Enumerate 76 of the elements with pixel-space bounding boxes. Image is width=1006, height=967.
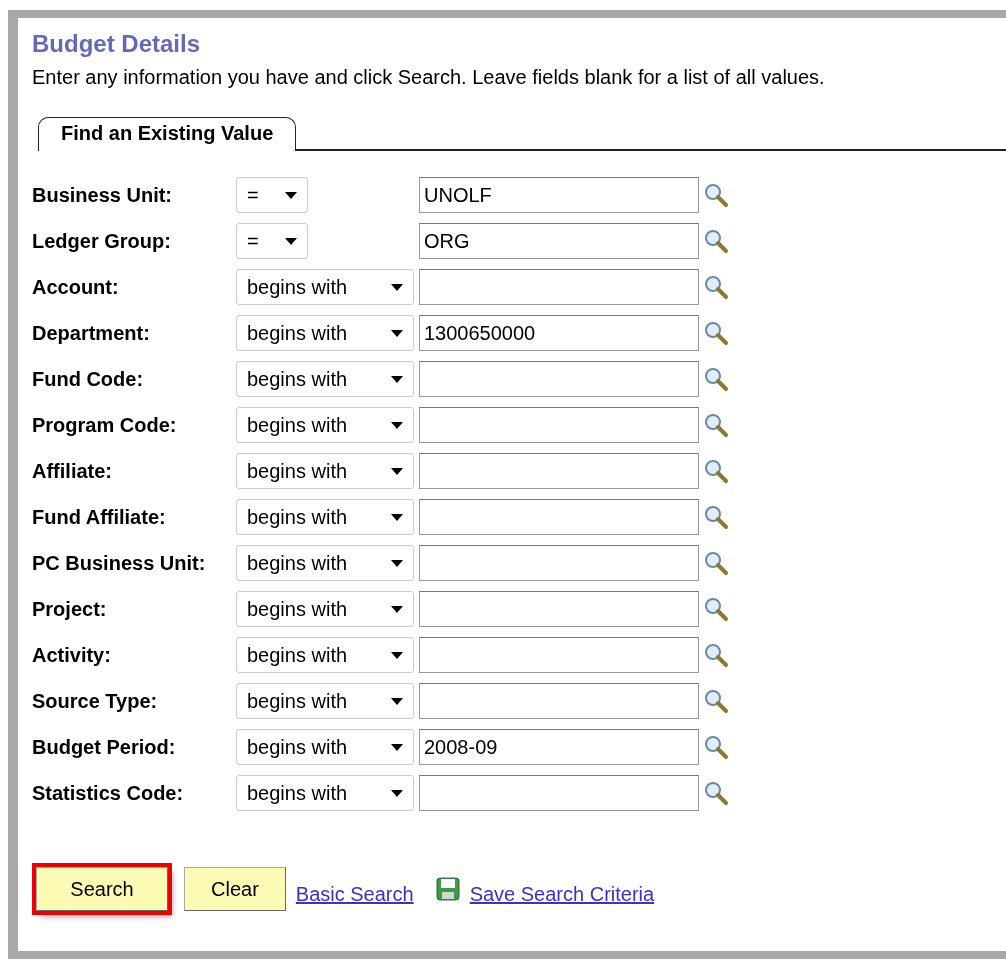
input-field[interactable]: 1300650000 bbox=[419, 315, 699, 351]
search-icon[interactable] bbox=[703, 412, 729, 438]
operator-dropdown[interactable]: begins with bbox=[236, 361, 414, 397]
operator-dropdown[interactable]: begins with bbox=[236, 591, 414, 627]
caret-icon bbox=[391, 421, 403, 429]
input-field[interactable] bbox=[419, 407, 699, 443]
search-icon[interactable] bbox=[703, 228, 729, 254]
operator-dropdown[interactable]: begins with bbox=[236, 729, 414, 765]
caret-icon bbox=[391, 697, 403, 705]
search-icon[interactable] bbox=[703, 596, 729, 622]
field-label: Ledger Group: bbox=[32, 229, 172, 253]
input-field[interactable] bbox=[419, 683, 699, 719]
tab[interactable]: Find an Existing Value bbox=[38, 117, 297, 151]
input-field[interactable] bbox=[419, 637, 699, 673]
operator-dropdown[interactable]: begins with bbox=[236, 407, 414, 443]
field-label: Program Code: bbox=[32, 413, 178, 437]
caret-icon bbox=[285, 191, 297, 199]
caret-icon bbox=[391, 375, 403, 383]
input-field[interactable] bbox=[419, 453, 699, 489]
search-icon[interactable] bbox=[703, 274, 729, 300]
operator-dropdown[interactable]: = bbox=[236, 177, 308, 213]
search-icon[interactable] bbox=[703, 366, 729, 392]
input-field[interactable]: UNOLF bbox=[419, 177, 699, 213]
input-field[interactable] bbox=[419, 545, 699, 581]
field-label: Statistics Code: bbox=[32, 781, 185, 805]
operator-dropdown[interactable]: begins with bbox=[236, 775, 414, 811]
input-field[interactable] bbox=[419, 269, 699, 305]
action-button[interactable]: Clear bbox=[184, 867, 286, 911]
input-field[interactable] bbox=[419, 361, 699, 397]
field-label: Account: bbox=[32, 275, 120, 299]
caret-icon bbox=[391, 605, 403, 613]
operator-dropdown[interactable]: begins with bbox=[236, 499, 414, 535]
caret-icon bbox=[285, 237, 297, 245]
search-icon[interactable] bbox=[703, 734, 729, 760]
field-label: Project: bbox=[32, 597, 108, 621]
search-icon[interactable] bbox=[703, 504, 729, 530]
input-field[interactable]: 2008-09 bbox=[419, 729, 699, 765]
search-icon[interactable] bbox=[703, 182, 729, 208]
search-icon[interactable] bbox=[703, 550, 729, 576]
link[interactable]: Basic Search bbox=[295, 882, 414, 906]
instructions-text: Enter any information you have and click Search. Leave fields blank for a list of all values. bbox=[32, 66, 826, 89]
field-label: PC Business Unit: bbox=[32, 551, 207, 575]
field-label: Fund Code: bbox=[32, 367, 145, 391]
operator-dropdown[interactable]: begins with bbox=[236, 453, 414, 489]
search-icon[interactable] bbox=[703, 642, 729, 668]
caret-icon bbox=[391, 283, 403, 291]
field-label: Business Unit: bbox=[32, 183, 174, 207]
operator-dropdown[interactable]: begins with bbox=[236, 315, 414, 351]
input-field[interactable] bbox=[419, 499, 699, 535]
operator-dropdown[interactable]: begins with bbox=[236, 545, 414, 581]
search-icon[interactable] bbox=[703, 458, 729, 484]
operator-dropdown[interactable]: = bbox=[236, 223, 308, 259]
caret-icon bbox=[391, 329, 403, 337]
operator-dropdown[interactable]: begins with bbox=[236, 269, 414, 305]
caret-icon bbox=[391, 467, 403, 475]
caret-icon bbox=[391, 513, 403, 521]
field-label: Source Type: bbox=[32, 689, 159, 713]
search-icon[interactable] bbox=[703, 780, 729, 806]
caret-icon bbox=[391, 743, 403, 751]
operator-dropdown[interactable]: begins with bbox=[236, 683, 414, 719]
field-label: Activity: bbox=[32, 643, 112, 667]
search-icon[interactable] bbox=[703, 688, 729, 714]
caret-icon bbox=[391, 789, 403, 797]
input-field[interactable] bbox=[419, 775, 699, 811]
caret-icon bbox=[391, 559, 403, 567]
field-label: Affiliate: bbox=[32, 459, 113, 483]
link[interactable]: Save Search Criteria bbox=[469, 882, 655, 906]
search-icon[interactable] bbox=[703, 320, 729, 346]
field-label: Department: bbox=[32, 321, 151, 345]
input-field[interactable] bbox=[419, 591, 699, 627]
field-label: Fund Affiliate: bbox=[32, 505, 167, 529]
operator-dropdown[interactable]: begins with bbox=[236, 637, 414, 673]
input-field[interactable]: ORG bbox=[419, 223, 699, 259]
caret-icon bbox=[391, 651, 403, 659]
page-title: Budget Details bbox=[32, 30, 202, 58]
field-label: Budget Period: bbox=[32, 735, 177, 759]
